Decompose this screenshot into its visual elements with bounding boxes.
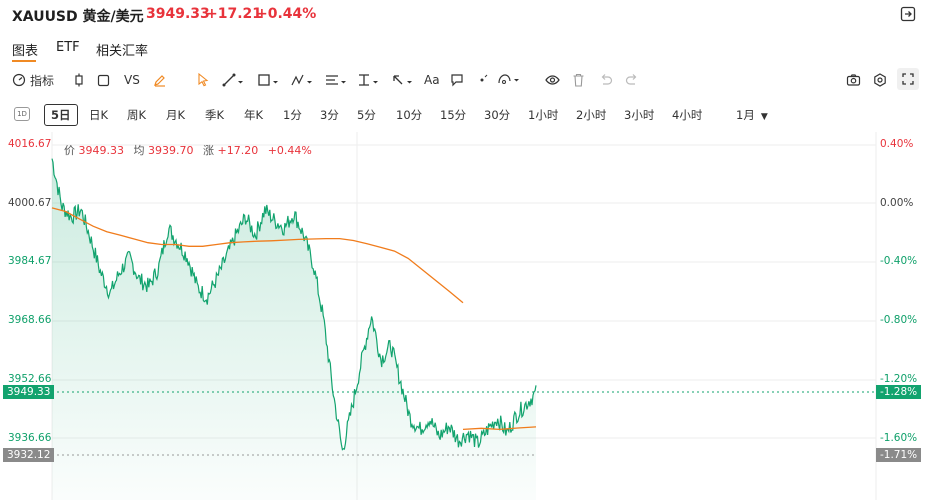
- period-3m[interactable]: 3分: [320, 107, 339, 123]
- comment-icon[interactable]: [450, 71, 464, 89]
- y-tick-right: -1.20%: [880, 373, 918, 385]
- chevron-down-icon: ▼: [760, 112, 768, 122]
- y-tick-left: 3968.66: [8, 314, 52, 326]
- legend-change-label: 涨: [203, 144, 214, 157]
- y-tick-right: -0.40%: [880, 255, 918, 267]
- eye-icon[interactable]: [545, 71, 560, 89]
- period-10m[interactable]: 10分: [396, 107, 422, 123]
- legend-change-value: +17.20: [217, 144, 259, 157]
- y-tick-left: 4016.67: [8, 138, 52, 150]
- square-icon[interactable]: [97, 71, 110, 89]
- legend-avg-value: 3939.70: [148, 144, 194, 157]
- arrow-tool-icon[interactable]: [391, 71, 413, 89]
- period-4h[interactable]: 4小时: [672, 107, 702, 123]
- drawing-toolbar: 指标 VS Aa: [0, 68, 926, 92]
- camera-icon[interactable]: [846, 71, 861, 89]
- low-price-tag: 3932.12: [3, 448, 55, 462]
- redo-icon[interactable]: [625, 71, 639, 89]
- tab-related-fx[interactable]: 相关汇率: [96, 40, 148, 59]
- price-change-percent: +0.44%: [256, 6, 317, 22]
- chart-legend: 价 3949.33 均 3939.70 涨 +17.20 +0.44%: [64, 142, 312, 158]
- y-tick-right: 0.40%: [880, 138, 914, 150]
- candle-icon[interactable]: [72, 71, 86, 89]
- y-tick-left: 3936.66: [8, 432, 52, 444]
- period-1month-label: 1月: [736, 108, 755, 122]
- cursor-icon[interactable]: [197, 71, 209, 89]
- legend-price-label: 价: [64, 144, 75, 157]
- y-tick-left: 3952.66: [8, 373, 52, 385]
- gauge-icon: [12, 73, 26, 87]
- dot-icon[interactable]: [476, 71, 488, 89]
- current-price: 3949.33: [146, 6, 210, 22]
- period-3h[interactable]: 3小时: [624, 107, 654, 123]
- y-tick-right: -1.60%: [880, 432, 918, 444]
- tab-etf[interactable]: ETF: [56, 40, 80, 55]
- settings-icon[interactable]: [873, 71, 887, 89]
- fib-tool-icon[interactable]: [325, 71, 347, 89]
- compare-button[interactable]: VS: [124, 71, 140, 89]
- magnet-icon[interactable]: [497, 71, 521, 89]
- legend-avg-label: 均: [133, 144, 145, 157]
- tab-chart[interactable]: 图表: [12, 40, 38, 59]
- period-type-box[interactable]: 1D: [14, 107, 30, 121]
- y-tick-left: 3984.67: [8, 255, 52, 267]
- tab-bar: 图表 ETF 相关汇率: [0, 36, 926, 64]
- y-tick-right: 0.00%: [880, 197, 914, 209]
- period-5m[interactable]: 5分: [357, 107, 376, 123]
- current-price-tag: 3949.33: [3, 385, 55, 399]
- shape-tool-icon[interactable]: [257, 71, 279, 89]
- period-day[interactable]: 日K: [89, 107, 108, 123]
- measure-tool-icon[interactable]: [357, 71, 379, 89]
- indicator-label: 指标: [30, 73, 55, 88]
- chart-area[interactable]: 价 3949.33 均 3939.70 涨 +17.20 +0.44% 4016…: [0, 132, 926, 500]
- period-quarter[interactable]: 季K: [205, 107, 224, 123]
- pencil-icon[interactable]: [153, 71, 167, 89]
- legend-price-value: 3949.33: [78, 144, 125, 157]
- period-5d[interactable]: 5日: [44, 104, 78, 126]
- price-chart: [51, 132, 877, 500]
- period-week[interactable]: 周K: [127, 107, 146, 123]
- undo-icon[interactable]: [599, 71, 613, 89]
- period-2h[interactable]: 2小时: [576, 107, 606, 123]
- pattern-tool-icon[interactable]: [291, 71, 313, 89]
- price-area-fill: [52, 158, 536, 500]
- symbol-title: XAUUSD 黄金/美元: [12, 9, 144, 25]
- header: XAUUSD 黄金/美元 3949.33 +17.21 +0.44%: [0, 0, 926, 30]
- text-tool-button[interactable]: Aa: [424, 71, 440, 89]
- period-bar: 1D 5日 日K 周K 月K 季K 年K 1分 3分 5分 10分 15分 30…: [0, 102, 926, 128]
- legend-change-pct: +0.44%: [267, 144, 312, 157]
- exit-fullscreen-icon[interactable]: [900, 6, 916, 22]
- line-tool-icon[interactable]: [222, 71, 244, 89]
- period-15m[interactable]: 15分: [440, 107, 466, 123]
- period-30m[interactable]: 30分: [484, 107, 510, 123]
- y-tick-left: 4000.67: [8, 197, 52, 209]
- period-month[interactable]: 月K: [166, 107, 185, 123]
- fullscreen-icon[interactable]: [897, 68, 919, 90]
- price-change: +17.21: [206, 6, 263, 22]
- period-1m[interactable]: 1分: [283, 107, 302, 123]
- y-tick-right: -0.80%: [880, 314, 918, 326]
- indicator-button[interactable]: 指标: [12, 71, 54, 89]
- active-tab-indicator: [12, 60, 36, 62]
- period-1month-dropdown[interactable]: 1月 ▼: [736, 107, 768, 123]
- low-pct-tag: -1.71%: [876, 448, 922, 462]
- trash-icon[interactable]: [572, 71, 585, 89]
- current-pct-tag: -1.28%: [876, 385, 922, 399]
- period-1h[interactable]: 1小时: [528, 107, 558, 123]
- period-year[interactable]: 年K: [244, 107, 263, 123]
